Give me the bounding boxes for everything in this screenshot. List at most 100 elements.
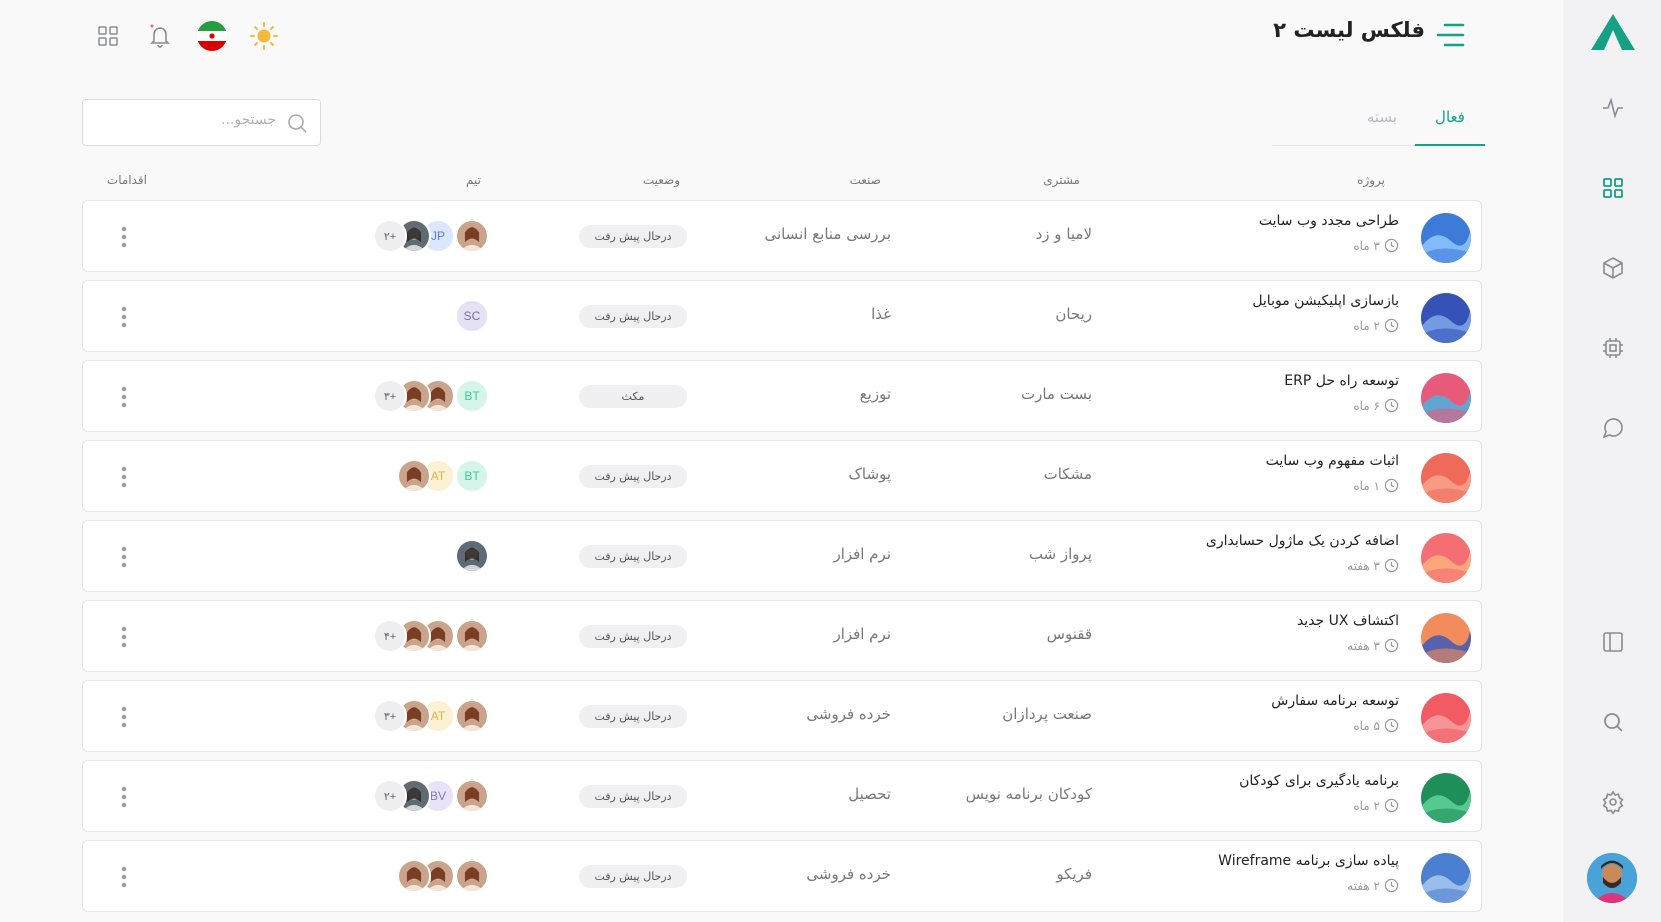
menu-toggle-icon[interactable]: [1435, 22, 1465, 48]
client-name: مشکات: [1043, 465, 1092, 483]
team-member-avatar[interactable]: [455, 859, 489, 893]
project-duration: ۶ ماه: [1353, 398, 1399, 413]
team-more-count[interactable]: +۲: [373, 219, 407, 253]
project-name[interactable]: توسعه برنامه سفارش: [1271, 693, 1399, 709]
bell-icon[interactable]: [144, 20, 176, 52]
project-name[interactable]: اکتشاف UX جدید: [1297, 613, 1399, 629]
team-avatars: BV +۲: [373, 779, 489, 813]
project-duration: ۳ هفته: [1347, 558, 1399, 573]
team-member-avatar[interactable]: [455, 619, 489, 653]
more-actions-icon[interactable]: [121, 625, 127, 649]
industry-name: غذا: [871, 305, 891, 323]
team-more-count[interactable]: +۳: [373, 699, 407, 733]
table-row[interactable]: اثبات مفهوم وب سایت ۱ ماه مشکات پوشاک درحال …: [82, 440, 1482, 512]
more-actions-icon[interactable]: [121, 705, 127, 729]
tabs: فعال بسته: [1272, 102, 1485, 146]
team-more-count[interactable]: +۴: [373, 619, 407, 653]
logo-icon[interactable]: [1590, 12, 1636, 52]
client-name: لامیا و زد: [1035, 225, 1092, 243]
team-member-avatar[interactable]: [455, 699, 489, 733]
cpu-icon[interactable]: [1601, 336, 1625, 360]
team-avatars: +۴: [373, 619, 489, 653]
team-member-avatar[interactable]: [455, 219, 489, 253]
col-header-team: تیم: [466, 173, 481, 187]
duration-text: ۲ هفته: [1347, 878, 1380, 893]
team-member-initials[interactable]: BT: [455, 379, 489, 413]
table-row[interactable]: اکتشاف UX جدید ۳ هفته ققنوس نرم افزار درحال …: [82, 600, 1482, 672]
activity-icon[interactable]: [1601, 96, 1625, 120]
more-actions-icon[interactable]: [121, 225, 127, 249]
more-actions-icon[interactable]: [121, 865, 127, 889]
clock-icon: [1384, 718, 1399, 733]
duration-text: ۳ ماه: [1353, 238, 1380, 253]
clock-icon: [1384, 318, 1399, 333]
project-duration: ۲ هفته: [1347, 878, 1399, 893]
status-badge: درحال پیش رفت: [579, 705, 687, 728]
status-badge: درحال پیش رفت: [579, 465, 687, 488]
project-name[interactable]: توسعه راه حل ERP: [1284, 373, 1399, 389]
project-duration: ۲ ماه: [1353, 798, 1399, 813]
table-row[interactable]: اضافه کردن یک ماژول حسابداری ۳ هفته پرواز …: [82, 520, 1482, 592]
team-member-initials[interactable]: SC: [455, 299, 489, 333]
project-thumbnail: [1421, 213, 1471, 263]
project-duration: ۱ ماه: [1353, 478, 1399, 493]
tab-closed[interactable]: بسته: [1367, 108, 1397, 126]
table-row[interactable]: بازسازی اپلیکیشن موبایل ۲ ماه ریحان غذا درحا…: [82, 280, 1482, 352]
project-name[interactable]: طراحی مجدد وب سایت: [1259, 213, 1399, 229]
project-name[interactable]: پیاده سازی برنامه Wireframe: [1218, 853, 1399, 869]
duration-text: ۳ هفته: [1347, 638, 1380, 653]
clock-icon: [1384, 798, 1399, 813]
team-avatars: BT AT: [397, 459, 489, 493]
team-more-count[interactable]: +۲: [373, 779, 407, 813]
more-actions-icon[interactable]: [121, 465, 127, 489]
chat-icon[interactable]: [1601, 416, 1625, 440]
project-thumbnail: [1421, 613, 1471, 663]
team-member-avatar[interactable]: [455, 539, 489, 573]
user-avatar[interactable]: [1587, 853, 1637, 903]
client-name: بست مارت: [1020, 385, 1092, 403]
tab-active[interactable]: فعال: [1415, 108, 1485, 146]
col-header-industry: صنعت: [849, 173, 881, 187]
page-title: فلکس لیست ۲: [1273, 18, 1425, 42]
iran-flag-icon[interactable]: [196, 20, 228, 52]
more-actions-icon[interactable]: [121, 385, 127, 409]
project-name[interactable]: برنامه یادگیری برای کودکان: [1239, 773, 1399, 789]
team-avatars: AT +۳: [373, 699, 489, 733]
search-box: [82, 99, 321, 146]
team-member-avatar[interactable]: [397, 459, 431, 493]
col-header-status: وضعیت: [642, 173, 680, 187]
grid-icon[interactable]: [1601, 176, 1625, 200]
table-row[interactable]: پیاده سازی برنامه Wireframe ۲ هفته فریکو خر…: [82, 840, 1482, 912]
table-row[interactable]: طراحی مجدد وب سایت ۳ ماه لامیا و زد بررسی م…: [82, 200, 1482, 272]
team-avatars: [397, 859, 489, 893]
project-thumbnail: [1421, 853, 1471, 903]
project-thumbnail: [1421, 293, 1471, 343]
layout-icon[interactable]: [1601, 630, 1625, 654]
team-member-avatar[interactable]: [455, 779, 489, 813]
sun-icon[interactable]: [248, 20, 280, 52]
project-thumbnail: [1421, 693, 1471, 743]
settings-icon[interactable]: [1601, 790, 1625, 814]
clock-icon: [1384, 398, 1399, 413]
box-icon[interactable]: [1601, 256, 1625, 280]
team-member-avatar[interactable]: [397, 859, 431, 893]
search-icon[interactable]: [1601, 710, 1625, 734]
more-actions-icon[interactable]: [121, 305, 127, 329]
team-member-initials[interactable]: BT: [455, 459, 489, 493]
status-badge: درحال پیش رفت: [579, 545, 687, 568]
more-actions-icon[interactable]: [121, 785, 127, 809]
table-row[interactable]: برنامه یادگیری برای کودکان ۲ ماه کودکان بر…: [82, 760, 1482, 832]
project-name[interactable]: اضافه کردن یک ماژول حسابداری: [1206, 533, 1399, 549]
team-more-count[interactable]: +۳: [373, 379, 407, 413]
project-name[interactable]: اثبات مفهوم وب سایت: [1266, 453, 1399, 469]
search-input[interactable]: [106, 112, 276, 128]
status-badge: درحال پیش رفت: [579, 305, 687, 328]
table-row[interactable]: توسعه راه حل ERP ۶ ماه بست مارت توزیع مکث BT +…: [82, 360, 1482, 432]
team-avatars: SC: [455, 299, 489, 333]
industry-name: نرم افزار: [833, 625, 891, 643]
apps-grid-icon[interactable]: [92, 20, 124, 52]
more-actions-icon[interactable]: [121, 545, 127, 569]
project-name[interactable]: بازسازی اپلیکیشن موبایل: [1252, 293, 1399, 309]
table-row[interactable]: توسعه برنامه سفارش ۵ ماه صنعت پردازان خرده …: [82, 680, 1482, 752]
project-duration: ۳ هفته: [1347, 638, 1399, 653]
